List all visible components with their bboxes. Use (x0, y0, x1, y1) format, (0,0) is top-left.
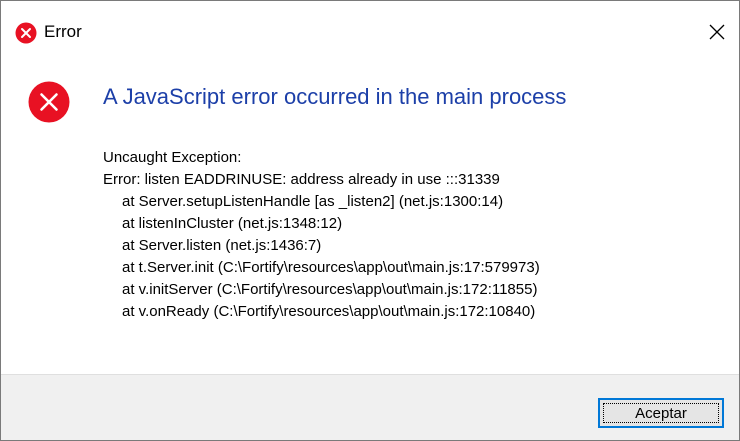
error-icon (28, 81, 70, 123)
button-bar: Aceptar (1, 374, 739, 440)
message-line: Error: listen EADDRINUSE: address alread… (103, 171, 500, 188)
window-title: Error (44, 22, 82, 41)
close-icon (709, 24, 725, 40)
error-icon (15, 22, 37, 44)
stack-trace-line: at t.Server.init (C:\Fortify\resources\a… (122, 259, 540, 276)
accept-button[interactable]: Aceptar (598, 398, 724, 428)
error-message: Uncaught Exception: Error: listen EADDRI… (103, 147, 540, 323)
title-bar[interactable]: Error (1, 1, 739, 47)
error-heading: A JavaScript error occurred in the main … (103, 84, 567, 109)
stack-trace-line: at v.onReady (C:\Fortify\resources\app\o… (122, 303, 536, 320)
stack-trace-line: at v.initServer (C:\Fortify\resources\ap… (122, 281, 538, 298)
stack-trace-line: at Server.setupListenHandle [as _listen2… (122, 193, 504, 210)
accept-button-label: Aceptar (635, 404, 687, 422)
stack-trace-line: at listenInCluster (net.js:1348:12) (122, 215, 343, 232)
stack-trace-line: at Server.listen (net.js:1436:7) (122, 237, 322, 254)
message-line: Uncaught Exception: (103, 149, 242, 166)
error-dialog: Error A JavaScript error occurred in the… (0, 0, 740, 441)
close-button[interactable] (695, 13, 739, 51)
dialog-content: A JavaScript error occurred in the main … (1, 47, 739, 374)
